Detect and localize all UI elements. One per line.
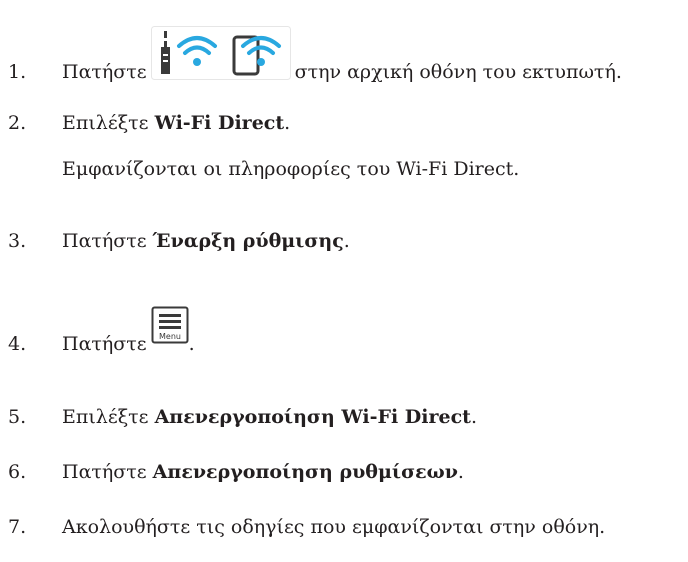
step-text-after: . (343, 230, 350, 252)
step-7: 7. Ακολουθήστε τις οδηγίες που εμφανίζοντ… (8, 515, 605, 539)
step-text-after: . (188, 333, 195, 355)
step-text-after: . (470, 406, 477, 428)
step-text: Επιλέξτε (62, 406, 155, 428)
step-number: 4. (8, 333, 27, 355)
step-text: Πατήστε (62, 461, 153, 483)
step-text: Πατήστε (62, 61, 147, 83)
step-bold-label: Απενεργοποίηση ρυθμίσεων (152, 461, 458, 483)
step-text-after: . (284, 112, 291, 134)
step-text-after: στην αρχική οθόνη του εκτυπωτή. (294, 61, 622, 83)
step-6: 6. Πατήστε Απενεργοποίηση ρυθμίσεων. (8, 460, 464, 484)
step-2: 2. Επιλέξτε Wi-Fi Direct. (8, 111, 290, 135)
step-3: 3. Πατήστε Έναρξη ρύθμισης. (8, 229, 350, 253)
step-bold-label: Απενεργοποίηση Wi-Fi Direct (154, 406, 471, 428)
step-text: Πατήστε (62, 333, 147, 355)
step-4: 4. Πατήστε Menu . (8, 306, 195, 356)
step-5: 5. Επιλέξτε Απενεργοποίηση Wi-Fi Direct. (8, 405, 477, 429)
step-text: Ακολουθήστε τις οδηγίες που εμφανίζονται… (62, 516, 606, 538)
step-bold-label: Wi-Fi Direct (154, 112, 285, 134)
step-number: 2. (8, 112, 27, 134)
step-2-note: Εμφανίζονται οι πληροφορίες του Wi-Fi Di… (62, 158, 520, 180)
instruction-list: 1. Πατήστε στην αρχική οθόνη του εκτυπωτ… (0, 0, 688, 562)
step-number: 3. (8, 230, 27, 252)
step-number: 7. (8, 516, 27, 538)
menu-button-icon: Menu (151, 306, 189, 344)
step-number: 5. (8, 406, 27, 428)
step-number: 1. (8, 61, 27, 83)
step-text: Επιλέξτε (62, 112, 155, 134)
step-1: 1. Πατήστε στην αρχική οθόνη του εκτυπωτ… (8, 26, 622, 86)
step-text: Πατήστε (62, 230, 153, 252)
step-number: 6. (8, 461, 27, 483)
step-bold-label: Έναρξη ρύθμισης (152, 230, 344, 252)
menu-icon-label: Menu (159, 332, 181, 341)
step-text-after: . (457, 461, 464, 483)
wifi-status-button-icon (150, 26, 291, 80)
